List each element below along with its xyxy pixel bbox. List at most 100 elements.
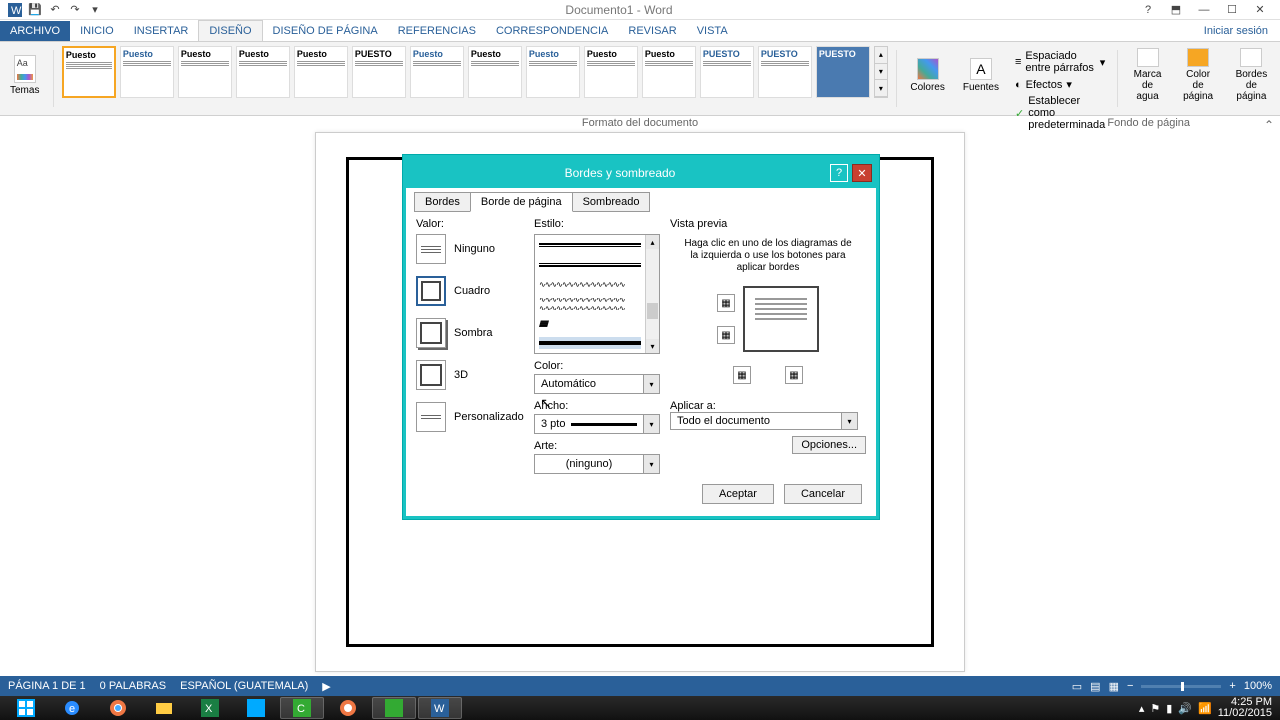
save-icon[interactable]: 💾	[26, 2, 44, 18]
scroll-down-icon[interactable]: ▾	[646, 339, 659, 353]
zoom-out-icon[interactable]: −	[1127, 680, 1133, 692]
colors-button[interactable]: Colores	[904, 46, 950, 104]
tab-shading[interactable]: Sombreado	[572, 192, 651, 212]
scroll-up-icon[interactable]: ▴	[875, 47, 887, 64]
taskbar-camtasia[interactable]: C	[280, 697, 324, 719]
color-combo[interactable]: Automático▾	[534, 374, 660, 394]
taskbar-dropbox[interactable]	[234, 697, 278, 719]
tray-volume-icon[interactable]: 🔊	[1178, 702, 1192, 715]
tray-battery-icon[interactable]: ▮	[1166, 702, 1172, 715]
doc-style-4[interactable]: Puesto	[236, 46, 290, 98]
setting-3d[interactable]: 3D	[416, 360, 524, 390]
sign-in-link[interactable]: Iniciar sesión	[1192, 21, 1280, 41]
scroll-thumb[interactable]	[647, 303, 658, 319]
scroll-up-icon[interactable]: ▴	[646, 235, 659, 249]
doc-style-5[interactable]: Puesto	[294, 46, 348, 98]
themes-button[interactable]: Temas	[4, 46, 45, 104]
undo-icon[interactable]: ↶	[46, 2, 64, 18]
taskbar-word[interactable]: W	[418, 697, 462, 719]
customize-qat-icon[interactable]: ▾	[86, 2, 104, 18]
art-combo[interactable]: (ninguno)▾	[534, 454, 660, 474]
taskbar-chrome2[interactable]	[326, 697, 370, 719]
zoom-in-icon[interactable]: +	[1229, 680, 1235, 692]
gallery-scroll[interactable]: ▴▾▾	[874, 46, 888, 98]
style-opt-3[interactable]: ∿∿∿∿∿∿∿∿∿∿∿∿∿∿∿	[539, 278, 641, 290]
bottom-border-button[interactable]: ▦	[717, 326, 735, 344]
style-opt-2[interactable]	[539, 259, 641, 271]
ok-button[interactable]: Aceptar	[702, 484, 774, 504]
dropdown-icon[interactable]: ▾	[643, 375, 659, 393]
view-web-icon[interactable]: ▦	[1109, 680, 1119, 693]
doc-style-6[interactable]: PUESTO	[352, 46, 406, 98]
apply-combo[interactable]: Todo el documento▾	[670, 412, 858, 430]
doc-style-1[interactable]: Puesto	[62, 46, 116, 98]
tray-up-icon[interactable]: ▴	[1139, 702, 1145, 715]
taskbar-ie[interactable]: e	[50, 697, 94, 719]
page-color-button[interactable]: Color de página	[1175, 46, 1220, 104]
tab-insert[interactable]: INSERTAR	[124, 21, 199, 41]
redo-icon[interactable]: ↷	[66, 2, 84, 18]
doc-style-7[interactable]: Puesto	[410, 46, 464, 98]
dialog-help-icon[interactable]: ?	[830, 164, 848, 182]
tab-view[interactable]: VISTA	[687, 21, 738, 41]
doc-style-12[interactable]: PUESTO	[700, 46, 754, 98]
zoom-level[interactable]: 100%	[1244, 680, 1272, 692]
tab-file[interactable]: ARCHIVO	[0, 21, 70, 41]
left-border-button[interactable]: ▦	[733, 366, 751, 384]
close-icon[interactable]: ✕	[1248, 2, 1272, 18]
tab-page-border[interactable]: Borde de página	[470, 192, 573, 212]
tab-references[interactable]: REFERENCIAS	[388, 21, 486, 41]
doc-style-3[interactable]: Puesto	[178, 46, 232, 98]
setting-none[interactable]: Ninguno	[416, 234, 524, 264]
status-words[interactable]: 0 PALABRAS	[100, 680, 166, 692]
setting-shadow[interactable]: Sombra	[416, 318, 524, 348]
taskbar-app[interactable]	[372, 697, 416, 719]
style-opt-5[interactable]: ////////////////	[539, 318, 641, 330]
dialog-close-icon[interactable]: ✕	[852, 164, 872, 182]
doc-style-8[interactable]: Puesto	[468, 46, 522, 98]
fonts-button[interactable]: AFuentes	[957, 46, 1005, 104]
top-border-button[interactable]: ▦	[717, 294, 735, 312]
taskbar-chrome[interactable]	[96, 697, 140, 719]
dropdown-icon[interactable]: ▾	[643, 415, 659, 433]
taskbar-excel[interactable]: X	[188, 697, 232, 719]
doc-style-14[interactable]: PUESTO	[816, 46, 870, 98]
cancel-button[interactable]: Cancelar	[784, 484, 862, 504]
doc-style-11[interactable]: Puesto	[642, 46, 696, 98]
options-button[interactable]: Opciones...	[792, 436, 866, 454]
ribbon-display-icon[interactable]: ⬒	[1164, 2, 1188, 18]
gallery-more-icon[interactable]: ▾	[875, 80, 887, 97]
style-listbox[interactable]: ∿∿∿∿∿∿∿∿∿∿∿∿∿∿∿ ∿∿∿∿∿∿∿∿∿∿∿∿∿∿∿∿∿∿∿∿∿∿∿∿…	[534, 234, 660, 354]
taskbar-explorer[interactable]	[142, 697, 186, 719]
right-border-button[interactable]: ▦	[785, 366, 803, 384]
para-spacing-button[interactable]: ≡Espaciado entre párrafos ▾	[1015, 50, 1105, 74]
dialog-titlebar[interactable]: Bordes y sombreado ? ✕	[406, 158, 876, 188]
style-gallery[interactable]: Puesto Puesto Puesto Puesto Puesto PUEST…	[62, 46, 888, 111]
style-opt-1[interactable]	[539, 239, 641, 251]
minimize-icon[interactable]: —	[1192, 2, 1216, 18]
style-opt-4[interactable]: ∿∿∿∿∿∿∿∿∿∿∿∿∿∿∿∿∿∿∿∿∿∿∿∿∿∿∿∿∿∿	[539, 298, 641, 310]
width-combo[interactable]: 3 pto▾	[534, 414, 660, 434]
dropdown-icon[interactable]: ▾	[841, 413, 857, 429]
setting-box[interactable]: Cuadro	[416, 276, 524, 306]
zoom-slider[interactable]	[1141, 685, 1221, 688]
help-icon[interactable]: ?	[1136, 2, 1160, 18]
watermark-button[interactable]: Marca de agua	[1126, 46, 1170, 104]
tray-clock[interactable]: 4:25 PM11/02/2015	[1218, 697, 1272, 719]
view-print-icon[interactable]: ▤	[1090, 680, 1100, 693]
status-lang[interactable]: ESPAÑOL (GUATEMALA)	[180, 680, 308, 692]
tab-design[interactable]: DISEÑO	[198, 20, 262, 41]
word-icon[interactable]: W	[6, 2, 24, 18]
page-borders-button[interactable]: Bordes de página	[1227, 46, 1276, 104]
tab-borders-inner[interactable]: Bordes	[414, 192, 471, 212]
style-scrollbar[interactable]: ▴ ▾	[645, 235, 659, 353]
preview-page[interactable]	[743, 286, 819, 352]
doc-style-9[interactable]: Puesto	[526, 46, 580, 98]
effects-button[interactable]: ◐Efectos ▾	[1015, 78, 1105, 91]
view-read-icon[interactable]: ▭	[1072, 680, 1082, 693]
tab-mailings[interactable]: CORRESPONDENCIA	[486, 21, 618, 41]
setting-custom[interactable]: Personalizado	[416, 402, 524, 432]
doc-style-2[interactable]: Puesto	[120, 46, 174, 98]
macro-icon[interactable]: ▶	[322, 680, 330, 693]
start-button[interactable]	[4, 697, 48, 719]
